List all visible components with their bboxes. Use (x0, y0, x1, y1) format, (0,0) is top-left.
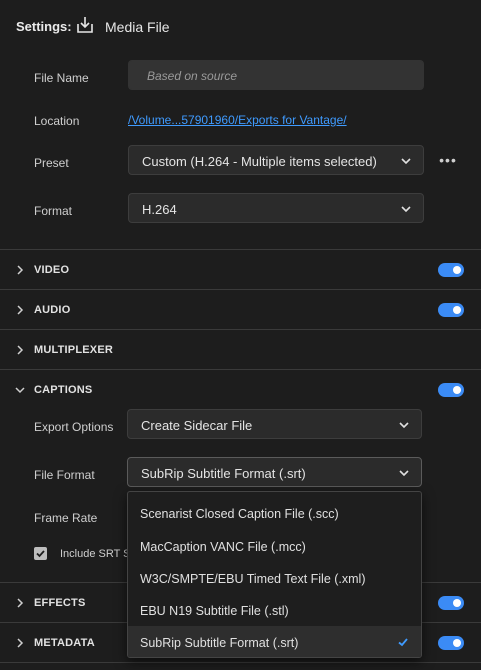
export-options-value: Create Sidecar File (141, 418, 253, 433)
dropdown-option-label: SubRip Subtitle Format (.srt) (140, 636, 299, 650)
dropdown-option[interactable]: EBU N19 Subtitle File (.stl) (128, 594, 421, 626)
toggle-knob (453, 639, 461, 647)
toggle-knob (453, 266, 461, 274)
divider (0, 662, 481, 663)
export-options-label: Export Options (34, 420, 114, 434)
chevron-down-icon (399, 470, 409, 477)
export-options-select[interactable]: Create Sidecar File (127, 409, 422, 439)
export-download-icon (76, 16, 94, 34)
section-multiplexer[interactable]: MULTIPLEXER (0, 330, 481, 370)
section-title-multiplexer: MULTIPLEXER (34, 344, 113, 356)
dropdown-option-label: W3C/SMPTE/EBU Timed Text File (.xml) (140, 572, 366, 586)
dropdown-option[interactable]: MacCaption VANC File (.mcc) (128, 530, 421, 562)
captions-toggle[interactable] (438, 383, 464, 397)
video-toggle[interactable] (438, 263, 464, 277)
preset-value: Custom (H.264 - Multiple items selected) (142, 154, 377, 169)
dropdown-option-label: EBU N19 Subtitle File (.stl) (140, 604, 289, 618)
toggle-knob (453, 386, 461, 394)
settings-label: Settings: (16, 19, 72, 34)
section-video[interactable]: VIDEO (0, 250, 481, 290)
more-options-icon[interactable]: ••• (437, 152, 459, 168)
dropdown-option-selected[interactable]: SubRip Subtitle Format (.srt) (128, 626, 421, 657)
section-captions[interactable]: CAPTIONS (0, 370, 481, 410)
chevron-down-icon (401, 158, 411, 165)
file-name-input[interactable]: Based on source (128, 60, 424, 90)
dropdown-option[interactable]: Scenarist Closed Caption File (.scc) (128, 497, 421, 529)
metadata-toggle[interactable] (438, 636, 464, 650)
location-link[interactable]: /Volume...57901960/Exports for Vantage/ (128, 113, 347, 127)
output-type-title: Media File (105, 19, 170, 35)
chevron-down-icon (15, 387, 25, 394)
chevron-down-icon (399, 422, 409, 429)
chevron-right-icon (17, 305, 24, 315)
dropdown-option[interactable]: W3C/SMPTE/EBU Timed Text File (.xml) (128, 562, 421, 594)
preset-label: Preset (34, 156, 69, 170)
location-label: Location (34, 114, 80, 128)
dropdown-option-label: Scenarist Closed Caption File (.scc) (140, 507, 339, 521)
preset-select[interactable]: Custom (H.264 - Multiple items selected) (128, 145, 424, 175)
file-format-label: File Format (34, 468, 95, 482)
section-title-effects: EFFECTS (34, 597, 86, 609)
frame-rate-label: Frame Rate (34, 511, 98, 525)
include-srt-label: Include SRT St (60, 548, 134, 560)
file-format-value: SubRip Subtitle Format (.srt) (141, 466, 306, 481)
chevron-right-icon (17, 598, 24, 608)
section-title-audio: AUDIO (34, 304, 71, 316)
chevron-down-icon (401, 206, 411, 213)
chevron-right-icon (17, 345, 24, 355)
toggle-knob (453, 306, 461, 314)
include-srt-checkbox[interactable] (34, 547, 47, 560)
checkmark-icon (36, 550, 45, 558)
format-value: H.264 (142, 202, 177, 217)
section-title-metadata: METADATA (34, 637, 95, 649)
section-audio[interactable]: AUDIO (0, 290, 481, 330)
dropdown-option-label: MacCaption VANC File (.mcc) (140, 540, 306, 554)
section-title-captions: CAPTIONS (34, 384, 93, 396)
chevron-right-icon (17, 265, 24, 275)
effects-toggle[interactable] (438, 596, 464, 610)
section-title-video: VIDEO (34, 264, 70, 276)
file-name-placeholder: Based on source (147, 69, 238, 83)
format-select[interactable]: H.264 (128, 193, 424, 223)
file-format-dropdown-menu: Scenarist Closed Caption File (.scc) Mac… (127, 491, 422, 658)
checkmark-icon (398, 638, 408, 647)
format-label: Format (34, 204, 73, 218)
audio-toggle[interactable] (438, 303, 464, 317)
file-name-label: File Name (34, 71, 89, 85)
toggle-knob (453, 599, 461, 607)
file-format-select[interactable]: SubRip Subtitle Format (.srt) (127, 457, 422, 487)
chevron-right-icon (17, 638, 24, 648)
